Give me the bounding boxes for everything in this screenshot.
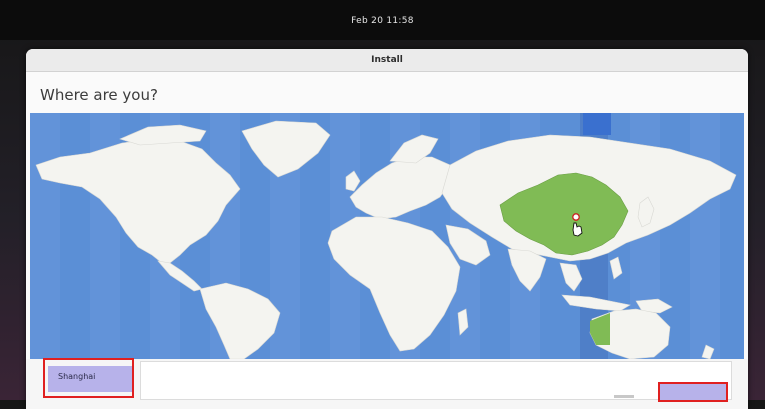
- location-entry-field[interactable]: [140, 361, 732, 400]
- world-map[interactable]: [30, 113, 744, 359]
- top-bar: Feb 20 11:58: [0, 0, 765, 40]
- window-title: Install: [26, 49, 748, 72]
- page-title: Where are you?: [40, 86, 158, 104]
- selected-timezone-cap: [583, 113, 611, 135]
- highlight-box-location: [43, 358, 134, 398]
- map-pin-icon: [572, 213, 580, 221]
- back-button-hint[interactable]: [614, 395, 634, 398]
- continue-button[interactable]: [658, 382, 728, 402]
- clock[interactable]: Feb 20 11:58: [0, 16, 765, 26]
- continents: [35, 120, 737, 359]
- timezone-map[interactable]: [30, 113, 744, 359]
- installer-window: Install Where are you? Shanghai: [26, 49, 748, 409]
